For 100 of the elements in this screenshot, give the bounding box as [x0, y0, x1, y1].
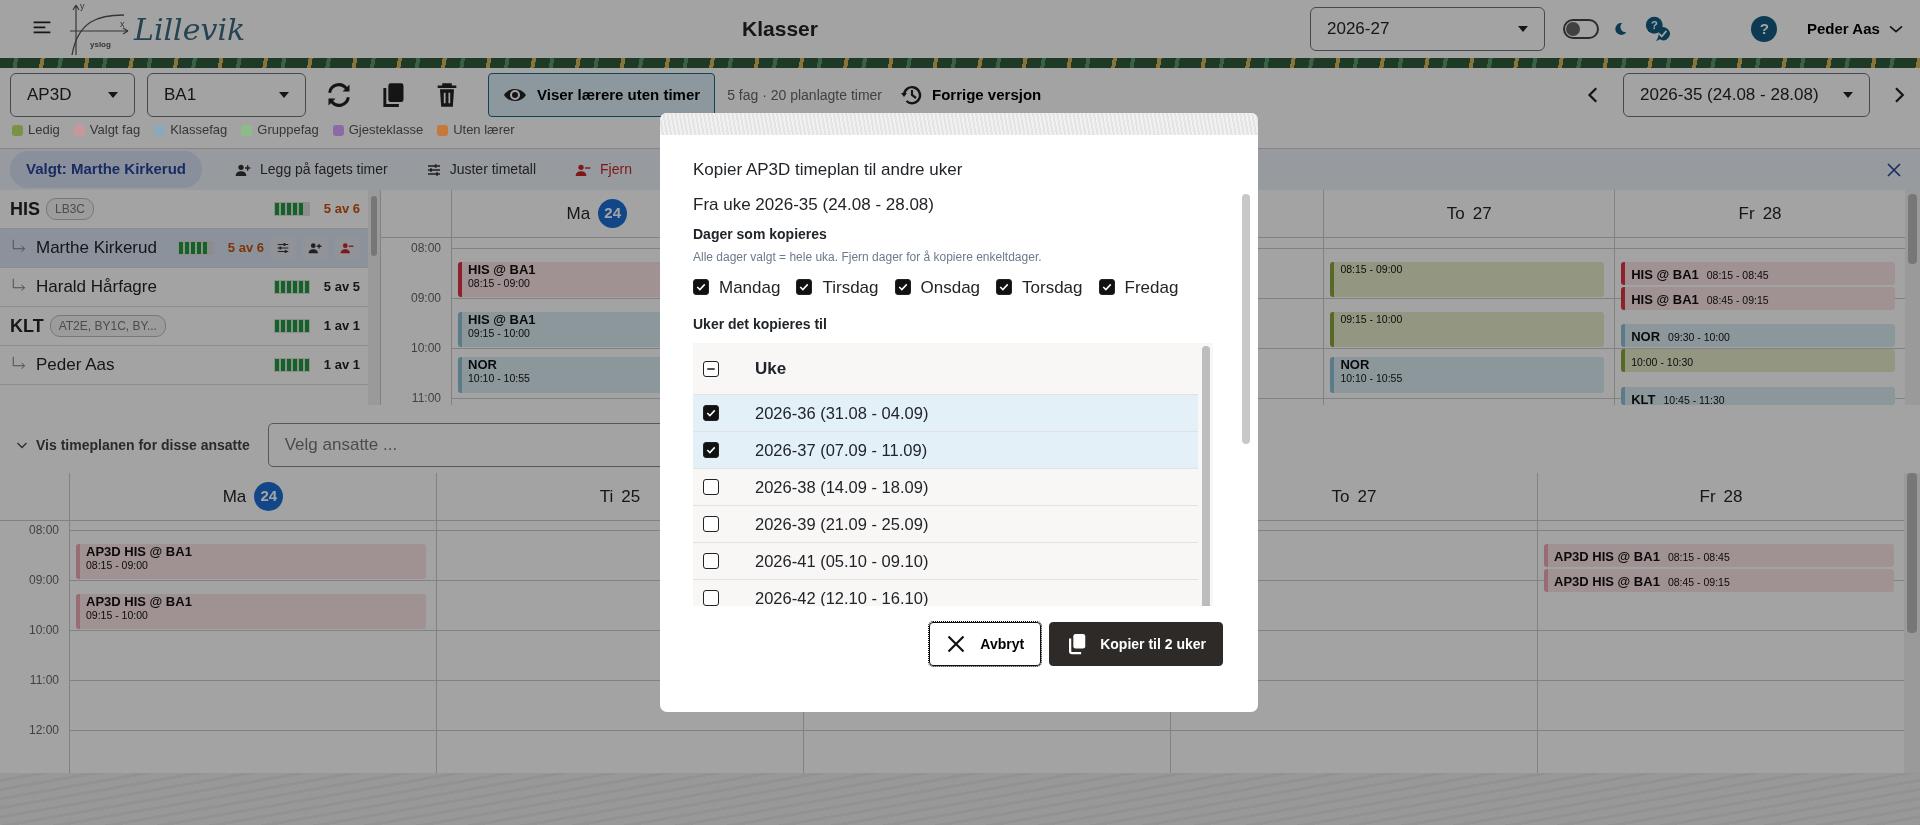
checkbox[interactable]	[703, 516, 719, 532]
checkbox[interactable]	[703, 442, 719, 458]
lesson-block[interactable]: KLT 10:45 - 11:30	[1621, 386, 1895, 405]
hour-label: 11:00	[29, 673, 59, 687]
legend-label: Gjesteklasse	[348, 121, 424, 140]
lesson-block[interactable]: AP3D HIS @ BA1 09:15 - 10:00	[76, 593, 426, 629]
user-menu[interactable]: Peder Aas	[1801, 16, 1910, 42]
checkbox[interactable]	[796, 279, 813, 296]
sliders-icon[interactable]	[275, 241, 291, 255]
lesson-title: KLT	[1631, 392, 1656, 405]
year-select[interactable]: 2026-27	[1310, 7, 1545, 51]
teacher-row[interactable]: Harald Hårfagre 5 av 5	[0, 268, 368, 307]
hours-count: 1 av 1	[322, 317, 360, 336]
legend-label: Uten lærer	[453, 121, 515, 140]
close-icon[interactable]	[1886, 161, 1902, 178]
subject-code: HIS	[10, 197, 40, 221]
hours-count: 5 av 5	[322, 278, 360, 297]
scrollbar-thumb[interactable]	[1202, 346, 1210, 606]
cancel-button[interactable]: Avbryt	[929, 622, 1042, 666]
lesson-title: NOR	[468, 358, 497, 373]
lesson-time: 08:15 - 08:45	[1667, 550, 1730, 563]
lesson-block[interactable]: AP3D HIS @ BA1 08:15 - 09:00	[76, 543, 426, 579]
day-date: 27	[1357, 485, 1377, 508]
week-select[interactable]: 2026-35 (24.08 - 28.08)	[1623, 73, 1870, 117]
lesson-block[interactable]: AP3D HIS @ BA1 08:45 - 09:15	[1544, 568, 1894, 592]
lesson-block[interactable]: AP3D HIS @ BA1 08:15 - 08:45	[1544, 543, 1894, 567]
person-minus-icon[interactable]	[339, 241, 355, 255]
copy-button[interactable]: Kopier til 2 uker	[1049, 622, 1223, 666]
week-label: 2026-38 (14.09 - 18.09)	[755, 476, 929, 498]
check-icon	[705, 407, 717, 419]
lesson-block[interactable]: NOR 09:30 - 10:00	[1621, 324, 1895, 347]
moon-icon[interactable]	[1613, 20, 1629, 38]
teacher-row[interactable]: Marthe Kirkerud 5 av 6	[0, 229, 368, 268]
scrollbar-thumb[interactable]	[1908, 194, 1917, 264]
lesson-block[interactable]: HIS @ BA1 08:15 - 08:45	[1621, 261, 1895, 285]
scrollbar-thumb[interactable]	[1907, 473, 1917, 633]
legend-label: Valgt fag	[89, 121, 141, 140]
hours-count: 5 av 6	[322, 200, 360, 219]
check-icon	[705, 444, 717, 456]
checkbox[interactable]	[693, 279, 709, 296]
selection-action[interactable]: Legg på fagets timer	[228, 158, 394, 181]
checkbox[interactable]	[703, 479, 719, 495]
room-select[interactable]: BA1	[147, 73, 306, 117]
lesson-time: 10:10 - 10:55	[468, 372, 530, 385]
lesson-block[interactable]: 09:15 - 10:00	[1330, 311, 1605, 347]
subject-row[interactable]: KLT AT2E, BY1C, BY... 1 av 1	[0, 307, 368, 346]
person-plus-icon[interactable]	[307, 241, 323, 255]
lesson-block[interactable]: 10:00 - 10:30	[1621, 349, 1895, 372]
lesson-time: 09:30 - 10:00	[1668, 331, 1730, 343]
hour-label: 10:00	[410, 341, 441, 355]
date-badge: 24	[254, 482, 284, 511]
dialog-title: Kopier AP3D timeplan til andre uker	[692, 159, 964, 181]
date-badge: 24	[598, 199, 628, 228]
week-label: 2026-37 (07.09 - 11.09)	[755, 439, 928, 461]
lesson-time: 08:45 - 09:15	[1667, 575, 1730, 588]
scrollbar-thumb[interactable]	[371, 196, 377, 256]
hour-label: 09:00	[410, 291, 441, 305]
class-select[interactable]: AP3D	[10, 73, 135, 117]
selected-teacher-chip[interactable]: Valgt: Marthe Kirkerud	[10, 151, 203, 188]
sliders-icon	[425, 161, 442, 178]
day-name: To	[1331, 485, 1350, 508]
checkbox[interactable]	[703, 360, 719, 377]
day-name: Fr	[1699, 485, 1716, 508]
staff-filter-toggle[interactable]: Vis timeplanen for disse ansatte	[10, 433, 256, 457]
lesson-title: HIS @ BA1	[468, 262, 536, 277]
hours-meter	[178, 241, 214, 255]
teacher-name: Peder Aas	[36, 354, 115, 377]
lesson-block[interactable]: HIS @ BA1 08:45 - 09:15	[1621, 286, 1895, 310]
lesson-block[interactable]: NOR 10:10 - 10:55	[1330, 357, 1605, 393]
history-button[interactable]: Forrige versjon	[894, 82, 1048, 108]
checkbox[interactable]	[703, 405, 719, 421]
theme-switch[interactable]	[1563, 19, 1599, 39]
checkbox[interactable]	[894, 279, 911, 296]
hour-label: 08:00	[410, 241, 441, 255]
teacher-toggle-button[interactable]: Viser lærere uten timer	[488, 73, 716, 117]
help-icon[interactable]: ?	[1751, 16, 1777, 42]
lesson-title: AP3D HIS @ BA1	[86, 544, 192, 559]
teacher-row[interactable]: Peder Aas 1 av 1	[0, 346, 368, 385]
scrollbar-thumb[interactable]	[1242, 194, 1250, 444]
hour-label: 10:00	[28, 623, 59, 637]
subject-code: KLT	[10, 314, 44, 338]
lesson-title: HIS @ BA1	[1631, 267, 1699, 282]
checkbox[interactable]	[703, 553, 719, 569]
day-label: Fredag	[1124, 276, 1179, 299]
selection-action[interactable]: Fjern	[568, 158, 638, 181]
lesson-title: HIS @ BA1	[1631, 292, 1699, 307]
selection-action[interactable]: Juster timetall	[419, 158, 543, 181]
checkbox[interactable]	[1098, 279, 1115, 296]
checkbox[interactable]	[703, 590, 719, 606]
checkbox[interactable]	[996, 279, 1013, 296]
hours-meter	[274, 319, 310, 333]
lesson-block[interactable]: 08:15 - 09:00	[1330, 261, 1605, 297]
hours-meter	[274, 280, 310, 294]
day-name: Ma	[566, 202, 591, 225]
lesson-time: 08:15 - 08:45	[1706, 268, 1769, 281]
lesson-time: 09:15 - 10:00	[468, 326, 530, 339]
refresh-icon[interactable]	[325, 81, 353, 109]
section-label: Dager som kopieres	[693, 224, 828, 244]
hours-meter	[274, 202, 310, 216]
day-date: 28	[1762, 202, 1782, 225]
